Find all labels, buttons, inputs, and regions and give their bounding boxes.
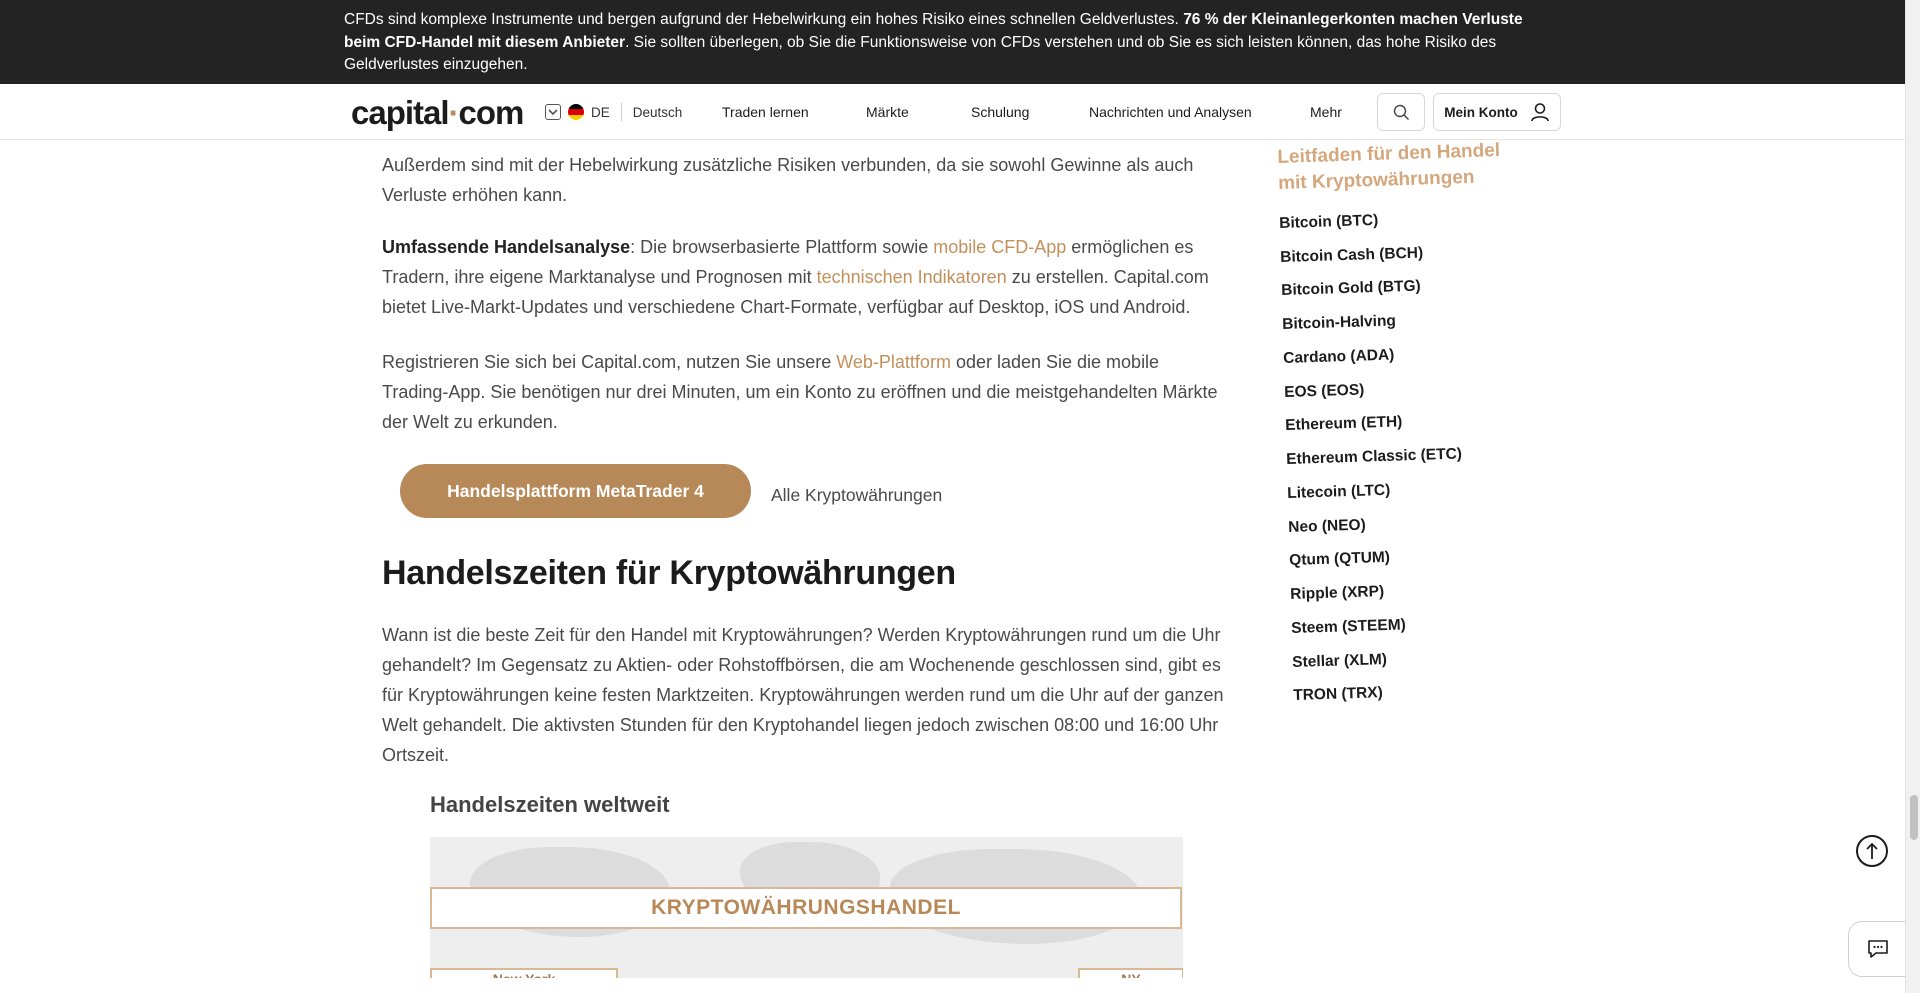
- infographic-city-label: New York: [430, 968, 618, 978]
- language-code: DE: [591, 104, 610, 120]
- paragraph-leverage-risk: Außerdem sind mit der Hebelwirkung zusät…: [382, 150, 1227, 210]
- logo-dot: ·: [448, 94, 460, 131]
- paragraph-text: Registrieren Sie sich bei Capital.com, n…: [382, 352, 837, 372]
- all-cryptocurrencies-link[interactable]: Alle Kryptowährungen: [771, 485, 942, 506]
- sidebar-item-bitcoin-halving[interactable]: Bitcoin-Halving: [1282, 312, 1396, 334]
- sidebar-item-neo[interactable]: Neo (NEO): [1288, 517, 1366, 537]
- link-web-platform[interactable]: Web-Plattform: [836, 352, 951, 372]
- sidebar-title: Leitfaden für den Handel mit Kryptowähru…: [1277, 140, 1501, 194]
- sidebar-item-litecoin[interactable]: Litecoin (LTC): [1287, 482, 1391, 503]
- nav-item-traden-lernen[interactable]: Traden lernen: [722, 104, 809, 120]
- infographic-crypto-band: KRYPTOWÄHRUNGSHANDEL: [430, 887, 1182, 929]
- infographic-city-label: NY: [1078, 968, 1183, 978]
- back-to-top-button[interactable]: [1856, 835, 1888, 867]
- link-mobile-cfd-app[interactable]: mobile CFD-App: [933, 237, 1066, 257]
- search-button[interactable]: [1377, 93, 1425, 131]
- arrow-up-icon: [1866, 842, 1878, 859]
- nav-item-schulung[interactable]: Schulung: [971, 104, 1029, 120]
- trading-hours-infographic: Handelszeiten weltweit KRYPTOWÄHRUNGSHAN…: [428, 637, 1183, 978]
- risk-warning-text: CFDs sind komplexe Instrumente und berge…: [344, 9, 1556, 77]
- user-icon: [1530, 103, 1549, 122]
- scrollbar-thumb[interactable]: [1910, 795, 1918, 840]
- nav-item-mehr[interactable]: Mehr: [1310, 104, 1342, 120]
- paragraph-line: Außerdem sind mit der Hebelwirkung zusät…: [382, 155, 1194, 175]
- sidebar-item-ethereum-classic[interactable]: Ethereum Classic (ETC): [1286, 445, 1462, 469]
- risk-warning-banner: CFDs sind komplexe Instrumente und berge…: [0, 0, 1905, 84]
- paragraph-register: Registrieren Sie sich bei Capital.com, n…: [382, 347, 1227, 437]
- link-technical-indicators[interactable]: technischen Indikatoren: [817, 267, 1007, 287]
- my-account-button[interactable]: Mein Konto: [1433, 93, 1561, 131]
- sidebar-item-tron[interactable]: TRON (TRX): [1293, 684, 1383, 705]
- section-heading: Handelszeiten für Kryptowährungen: [382, 554, 956, 592]
- sidebar-item-stellar[interactable]: Stellar (XLM): [1292, 651, 1387, 672]
- sidebar-item-bitcoin[interactable]: Bitcoin (BTC): [1279, 212, 1379, 233]
- logo-word: capital: [351, 94, 450, 131]
- capital-logo[interactable]: capital·com: [351, 94, 525, 132]
- sidebar-item-bitcoin-cash[interactable]: Bitcoin Cash (BCH): [1280, 245, 1423, 267]
- search-icon: [1393, 104, 1409, 120]
- my-account-label: Mein Konto: [1444, 104, 1518, 120]
- sidebar-item-qtum[interactable]: Qtum (QTUM): [1289, 549, 1390, 570]
- language-selector[interactable]: DE Deutsch: [545, 102, 682, 122]
- chevron-down-icon: [545, 104, 561, 120]
- sidebar-item-ripple[interactable]: Ripple (XRP): [1290, 583, 1384, 604]
- chat-icon: [1868, 940, 1888, 958]
- paragraph-line: Verluste erhöhen kann.: [382, 185, 568, 205]
- language-name: Deutsch: [632, 104, 683, 120]
- sidebar-item-ethereum[interactable]: Ethereum (ETH): [1285, 413, 1403, 435]
- logo-suffix: com: [458, 94, 525, 131]
- infographic-title: Handelszeiten weltweit: [430, 792, 670, 817]
- paragraph-text: : Die browserbasierte Plattform sowie: [630, 237, 934, 257]
- nav-item-nachrichten[interactable]: Nachrichten und Analysen: [1089, 104, 1252, 120]
- chat-button[interactable]: [1848, 921, 1908, 977]
- risk-text-intro: CFDs sind komplexe Instrumente und berge…: [344, 11, 1184, 28]
- main-navbar: capital·com DE Deutsch Traden lernen Mär…: [0, 84, 1905, 140]
- metatrader4-button[interactable]: Handelsplattform MetaTrader 4: [400, 464, 751, 518]
- germany-flag-icon: [568, 104, 584, 120]
- sidebar-item-eos[interactable]: EOS (EOS): [1284, 381, 1365, 402]
- page-scrollbar[interactable]: [1905, 0, 1920, 993]
- language-divider: [620, 103, 622, 121]
- paragraph-analysis: Umfassende Handelsanalyse: Die browserba…: [382, 232, 1227, 322]
- nav-item-maerkte[interactable]: Märkte: [866, 104, 909, 120]
- sidebar-item-cardano[interactable]: Cardano (ADA): [1283, 347, 1395, 368]
- sidebar-item-bitcoin-gold[interactable]: Bitcoin Gold (BTG): [1281, 278, 1421, 300]
- sidebar-item-steem[interactable]: Steem (STEEM): [1291, 616, 1406, 638]
- paragraph-bold-lead: Umfassende Handelsanalyse: [382, 237, 631, 257]
